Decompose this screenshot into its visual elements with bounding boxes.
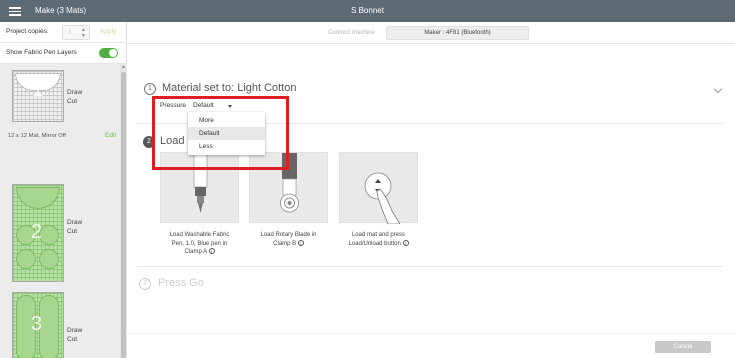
- mat-shape: [16, 187, 60, 209]
- fabric-pen-toggle[interactable]: [99, 48, 118, 58]
- load-mat-text: Load mat and press Load/Unload button i: [331, 231, 426, 248]
- info-icon[interactable]: i: [402, 239, 409, 246]
- info-icon[interactable]: i: [208, 248, 215, 254]
- fabric-pen-label: Show Fabric Pen Layers: [6, 49, 77, 56]
- mat-op-cut: Cut: [67, 228, 78, 235]
- step-3-title: Press Go: [158, 277, 204, 289]
- machine-select-button[interactable]: Maker : 4F81 (Bluetooth): [386, 26, 529, 40]
- mat-card-1[interactable]: 1 Draw Cut 12 x 12 Mat, Mirror Off Edit: [4, 64, 116, 164]
- fabric-pen-row: Show Fabric Pen Layers: [0, 43, 127, 64]
- scrollbar-thumb[interactable]: [121, 72, 126, 358]
- step-3-number: 3: [139, 278, 151, 290]
- connect-machine-label: Connect machine: [328, 30, 375, 36]
- mat-info: 12 x 12 Mat, Mirror Off: [8, 133, 66, 139]
- mat-op-draw: Draw: [67, 219, 83, 226]
- mat-card-3[interactable]: 3 Draw Cut: [4, 292, 116, 358]
- highlight-box: [152, 96, 289, 170]
- mat-shape: [16, 249, 36, 269]
- toggle-knob: [109, 49, 117, 57]
- mat-list: 1 Draw Cut 12 x 12 Mat, Mirror Off Edit …: [0, 64, 120, 358]
- project-copies-label: Project copies:: [6, 28, 49, 35]
- stepper-arrows-icon[interactable]: ▲ ▼: [81, 27, 86, 39]
- mat-list-scrollbar[interactable]: ▲: [120, 64, 127, 358]
- connect-bar: Connect machine Maker : 4F81 (Bluetooth): [127, 22, 735, 44]
- mat-thumbnail[interactable]: 3: [12, 292, 64, 358]
- step-1-title[interactable]: Material set to: Light Cotton: [162, 82, 297, 94]
- mat-number: 1: [32, 79, 44, 101]
- mat-operations: Draw Cut: [67, 326, 82, 344]
- load-blade-text: Load Rotary Blade in Clamp B i: [260, 232, 317, 247]
- apply-button[interactable]: Apply: [100, 28, 116, 35]
- load-pen-text: Load Washable Fabric Pen, 1.0, Blue pen …: [169, 232, 230, 255]
- mat-op-cut: Cut: [67, 98, 78, 105]
- divider: [137, 266, 723, 267]
- project-copies-row: Project copies: 1 ▲ ▼ Apply: [0, 22, 127, 43]
- mat-op-cut: Cut: [67, 336, 78, 343]
- mat-number: 3: [31, 313, 43, 335]
- top-bar: Make (3 Mats) S Bonnet: [0, 0, 735, 22]
- info-icon[interactable]: i: [297, 239, 304, 246]
- main-panel: Connect machine Maker : 4F81 (Bluetooth)…: [127, 22, 735, 358]
- chevron-down-icon[interactable]: [713, 84, 723, 94]
- mat-number: 2: [31, 221, 43, 243]
- mat-thumbnail[interactable]: 2: [12, 184, 64, 282]
- project-copies-value[interactable]: 1: [68, 29, 72, 36]
- mat-op-draw: Draw: [67, 327, 83, 334]
- mat-card-2[interactable]: 2 Draw Cut: [4, 184, 116, 284]
- cancel-button[interactable]: Cancel: [655, 341, 711, 353]
- scroll-up-icon[interactable]: ▲: [121, 64, 126, 70]
- project-copies-stepper[interactable]: 1 ▲ ▼: [62, 25, 90, 40]
- mat-thumbnail[interactable]: 1: [12, 70, 64, 122]
- mat-edit-link[interactable]: Edit: [105, 132, 116, 139]
- mat-shape: [39, 249, 59, 269]
- mat-operations: Draw Cut: [67, 218, 82, 236]
- project-title: S Bonnet: [351, 6, 384, 15]
- mat-operations: Draw Cut: [67, 88, 82, 106]
- load-button-image: [339, 152, 418, 225]
- press-button-icon: [364, 172, 401, 225]
- step-1-number: 1: [144, 83, 156, 95]
- footer-divider: [127, 333, 735, 334]
- mat-op-draw: Draw: [67, 89, 83, 96]
